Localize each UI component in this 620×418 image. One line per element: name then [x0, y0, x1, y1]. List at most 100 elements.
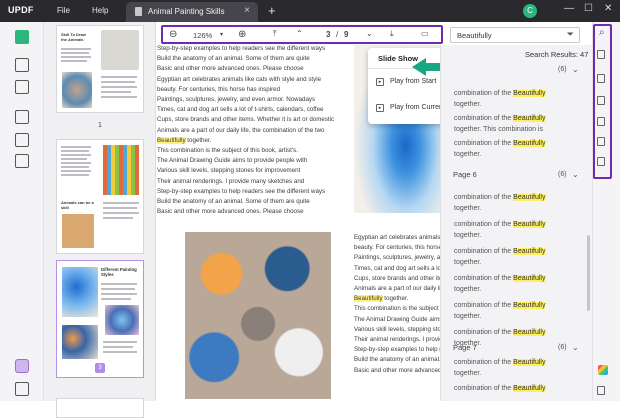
search-result-item-cont[interactable]: together. — [454, 370, 481, 377]
document-tab[interactable]: Animal Painting Skills × — [126, 2, 258, 22]
current-page[interactable]: 3 — [326, 30, 330, 39]
edit-icon[interactable] — [15, 80, 29, 94]
comment-icon[interactable] — [15, 58, 29, 72]
menu-item-label: Play from Start — [390, 78, 437, 85]
thumb-heading: Different Painting Styles — [101, 267, 137, 277]
result-group-count: (6) — [558, 171, 567, 178]
search-result-item-cont[interactable]: together. — [454, 313, 481, 320]
search-result-item[interactable]: combination of the Beautifully — [454, 90, 546, 97]
avatar[interactable]: C — [523, 4, 537, 18]
minimize-icon[interactable]: — — [564, 3, 574, 14]
reader-mode-icon[interactable] — [15, 30, 29, 44]
search-hit-highlight: Beautifully — [354, 295, 383, 303]
next-page-icon[interactable]: ⌄ — [366, 29, 373, 38]
search-result-item[interactable]: combination of the Beautifully — [454, 275, 546, 282]
new-tab-icon[interactable]: + — [268, 3, 276, 18]
close-window-icon[interactable]: ✕ — [604, 3, 612, 14]
page-thumbnail-4[interactable] — [56, 398, 144, 418]
search-result-item-cont[interactable]: together. — [454, 205, 481, 212]
page-thumbnail-3[interactable]: Different Painting Styles 3 — [56, 260, 144, 378]
search-result-item[interactable]: combination of the Beautifully — [454, 221, 546, 228]
left-tool-bar — [0, 22, 44, 401]
ai-assistant-icon[interactable] — [598, 365, 608, 375]
text-line: Build the anatomy of an animal. Some of … — [157, 198, 310, 206]
maximize-icon[interactable]: ☐ — [584, 3, 593, 14]
page-number-1: 1 — [98, 122, 102, 129]
total-pages: 9 — [344, 30, 349, 39]
convert-icon[interactable] — [15, 154, 29, 168]
crop-icon[interactable] — [15, 133, 29, 147]
text-line: Times, cat and dog art sells a lot of t-… — [157, 106, 324, 114]
watercolor-image — [62, 267, 98, 317]
bookmark-icon[interactable] — [15, 382, 29, 396]
organize-pages-icon[interactable] — [15, 110, 29, 124]
right-rail-highlight — [593, 24, 612, 179]
last-page-icon[interactable]: ⤓ — [390, 29, 394, 39]
search-query: Beautifully — [457, 31, 492, 40]
search-result-item[interactable]: combination of the Beautifully — [454, 248, 546, 255]
search-result-item[interactable]: combination of the Beautifully — [454, 302, 546, 309]
text-line: beauty. For centuries, this horse has in… — [157, 85, 281, 93]
chevron-down-icon[interactable]: ⌄ — [572, 170, 579, 179]
blue-paint-image — [105, 305, 139, 335]
search-result-item[interactable]: combination of the Beautifully — [454, 115, 546, 122]
zoom-out-icon[interactable]: ⊖ — [169, 29, 177, 40]
text-line: Egyptian art celebrates animals like cat… — [157, 75, 322, 83]
search-hit-highlight: Beautifully — [157, 136, 186, 144]
result-group-count: (6) — [558, 344, 567, 351]
chevron-down-icon[interactable]: ⌄ — [572, 343, 579, 352]
slideshow-icon[interactable]: ▭ — [421, 29, 429, 38]
search-result-item[interactable]: combination of the Beautifully — [454, 359, 546, 366]
page-thumbnail-2[interactable]: Animals can be a skill — [56, 139, 144, 254]
dog-sketch-image — [101, 30, 139, 70]
result-section-page-6[interactable]: Page 6 — [453, 170, 477, 179]
zoom-in-icon[interactable]: ⊕ — [238, 29, 246, 40]
chevron-down-icon[interactable]: ⌄ — [572, 65, 579, 74]
result-section-page-7[interactable]: Page 7 — [453, 343, 477, 352]
filter-icon[interactable]: ⏷ — [567, 29, 574, 40]
search-results-panel: Search Results: 47 (6) ⌄ combination of … — [440, 45, 592, 401]
text-fragment: together. — [382, 295, 409, 303]
close-tab-icon[interactable]: × — [244, 5, 250, 16]
text-line: Build the anatomy of an animal. Some of … — [157, 55, 310, 63]
search-result-item[interactable]: combination of the Beautifully — [454, 194, 546, 201]
text-line: Their animal renderings. I provide many … — [157, 177, 305, 185]
zoom-dropdown-icon[interactable]: ▾ — [220, 31, 223, 38]
search-result-item[interactable]: combination of the Beautifully — [454, 140, 546, 147]
search-result-item-cont[interactable]: together. — [454, 259, 481, 266]
text-fragment: together. — [185, 136, 212, 144]
search-result-item-cont[interactable]: together. — [454, 232, 481, 239]
search-result-item[interactable]: combination of the Beautifully — [454, 385, 546, 392]
text-line: Basic and other more advanced ones. Plea… — [157, 208, 304, 216]
menu-file[interactable]: File — [57, 6, 70, 15]
document-icon — [135, 7, 142, 16]
search-result-item-cont[interactable]: together. — [454, 151, 481, 158]
previous-page-icon[interactable]: ⌃ — [296, 29, 303, 38]
text-line: Animals are a part of our daily life, th… — [157, 126, 325, 134]
layers-icon[interactable] — [15, 359, 29, 373]
chat-icon[interactable] — [597, 386, 605, 395]
paint-palette-image — [62, 72, 92, 108]
search-result-item-cont[interactable]: together. — [454, 286, 481, 293]
title-bar: UPDF File Help Animal Painting Skills × … — [0, 0, 620, 22]
painting-image — [62, 214, 94, 248]
search-result-item-cont[interactable]: together. — [454, 101, 481, 108]
first-page-icon[interactable]: ⤒ — [273, 29, 277, 39]
current-page-badge: 3 — [95, 363, 105, 373]
thumb-heading: Skill To Draw the Animals — [61, 32, 86, 42]
search-result-item-cont[interactable]: together. This combination is — [454, 126, 543, 133]
results-scrollbar[interactable] — [587, 235, 590, 311]
body-text: Step-by-step examples to help readers se… — [157, 44, 334, 217]
result-group-count: (6) — [558, 66, 567, 73]
text-line: Step-by-step examples to help readers se… — [157, 45, 326, 52]
page-thumbnail-1[interactable]: Skill To Draw the Animals — [56, 25, 144, 113]
play-icon: ▸ — [376, 78, 384, 86]
zoom-level[interactable]: 126% — [193, 31, 212, 40]
app-logo: UPDF — [8, 5, 34, 15]
search-result-item[interactable]: combination of the Beautifully — [454, 329, 546, 336]
paint-cans-photo — [185, 232, 331, 399]
search-input[interactable]: Beautifully ⏷ — [450, 27, 580, 43]
text-line: Step-by-step examples to help readers se… — [157, 187, 326, 195]
page-navigation-bar: ⊖ 126% ▾ ⊕ ⤒ ⌃ 3 / 9 ⌄ ⤓ ▭ — [161, 25, 443, 44]
menu-help[interactable]: Help — [92, 6, 108, 15]
